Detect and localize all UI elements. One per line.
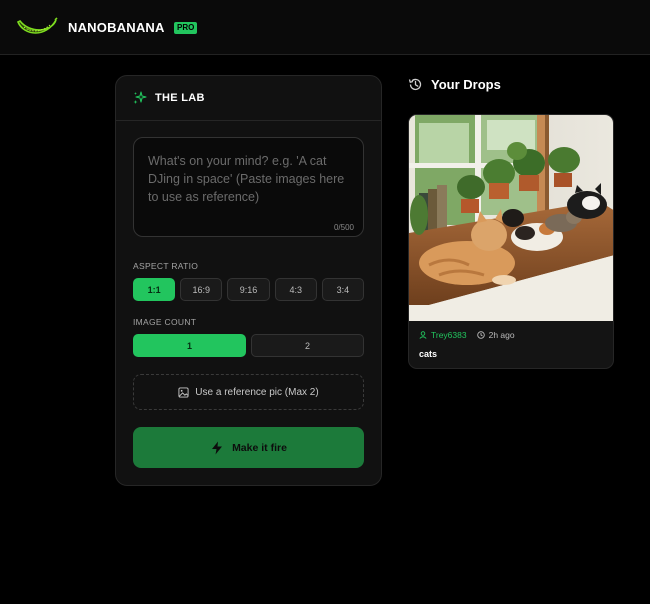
image-count-options: 1 2 bbox=[133, 334, 364, 358]
top-bar: NANOBANANA PRO bbox=[0, 0, 650, 55]
drop-meta: Trey6383 2h ago bbox=[419, 330, 515, 340]
aspect-ratio-4-3-button[interactable]: 4:3 bbox=[274, 278, 317, 301]
char-counter: 0/500 bbox=[333, 223, 354, 232]
aspect-ratio-1-1-button[interactable]: 1:1 bbox=[133, 278, 176, 301]
banana-icon[interactable] bbox=[16, 16, 58, 40]
lightning-icon bbox=[212, 441, 223, 454]
image-icon bbox=[178, 386, 189, 398]
lab-panel: THE LAB 0/500 ASPECT RATIO 1:1 16:9 9:16… bbox=[115, 75, 382, 486]
prompt-input[interactable] bbox=[134, 138, 363, 236]
aspect-ratio-3-4-button[interactable]: 3:4 bbox=[321, 278, 365, 301]
aspect-ratio-options: 1:1 16:9 9:16 4:3 3:4 bbox=[133, 278, 365, 302]
lab-title: THE LAB bbox=[155, 92, 205, 104]
clock-icon bbox=[476, 331, 485, 339]
brand-name[interactable]: NANOBANANA bbox=[68, 20, 165, 35]
lab-header: THE LAB bbox=[116, 76, 381, 121]
generated-cat-image[interactable] bbox=[409, 115, 614, 321]
reference-pic-label: Use a reference pic (Max 2) bbox=[195, 386, 319, 398]
prompt-box: 0/500 bbox=[133, 137, 364, 237]
image-count-1-button[interactable]: 1 bbox=[133, 334, 246, 357]
aspect-ratio-9-16-button[interactable]: 9:16 bbox=[227, 278, 270, 301]
aspect-ratio-16-9-button[interactable]: 16:9 bbox=[180, 278, 223, 301]
drop-username[interactable]: Trey6383 bbox=[431, 330, 467, 340]
drop-caption: cats bbox=[419, 349, 438, 359]
image-count-2-button[interactable]: 2 bbox=[251, 334, 364, 357]
aspect-ratio-label: ASPECT RATIO bbox=[133, 261, 199, 271]
make-it-fire-button[interactable]: Make it fire bbox=[133, 427, 364, 468]
your-drops-title: Your Drops bbox=[431, 77, 501, 92]
make-it-fire-label: Make it fire bbox=[232, 441, 287, 454]
user-icon bbox=[419, 331, 427, 339]
drop-time: 2h ago bbox=[488, 330, 515, 340]
reference-pic-button[interactable]: Use a reference pic (Max 2) bbox=[133, 374, 364, 410]
drop-card[interactable]: Trey6383 2h ago cats bbox=[408, 114, 614, 369]
sparkles-icon bbox=[133, 91, 147, 104]
pro-badge: PRO bbox=[174, 22, 198, 34]
history-icon bbox=[408, 78, 422, 91]
image-count-label: IMAGE COUNT bbox=[133, 317, 197, 327]
